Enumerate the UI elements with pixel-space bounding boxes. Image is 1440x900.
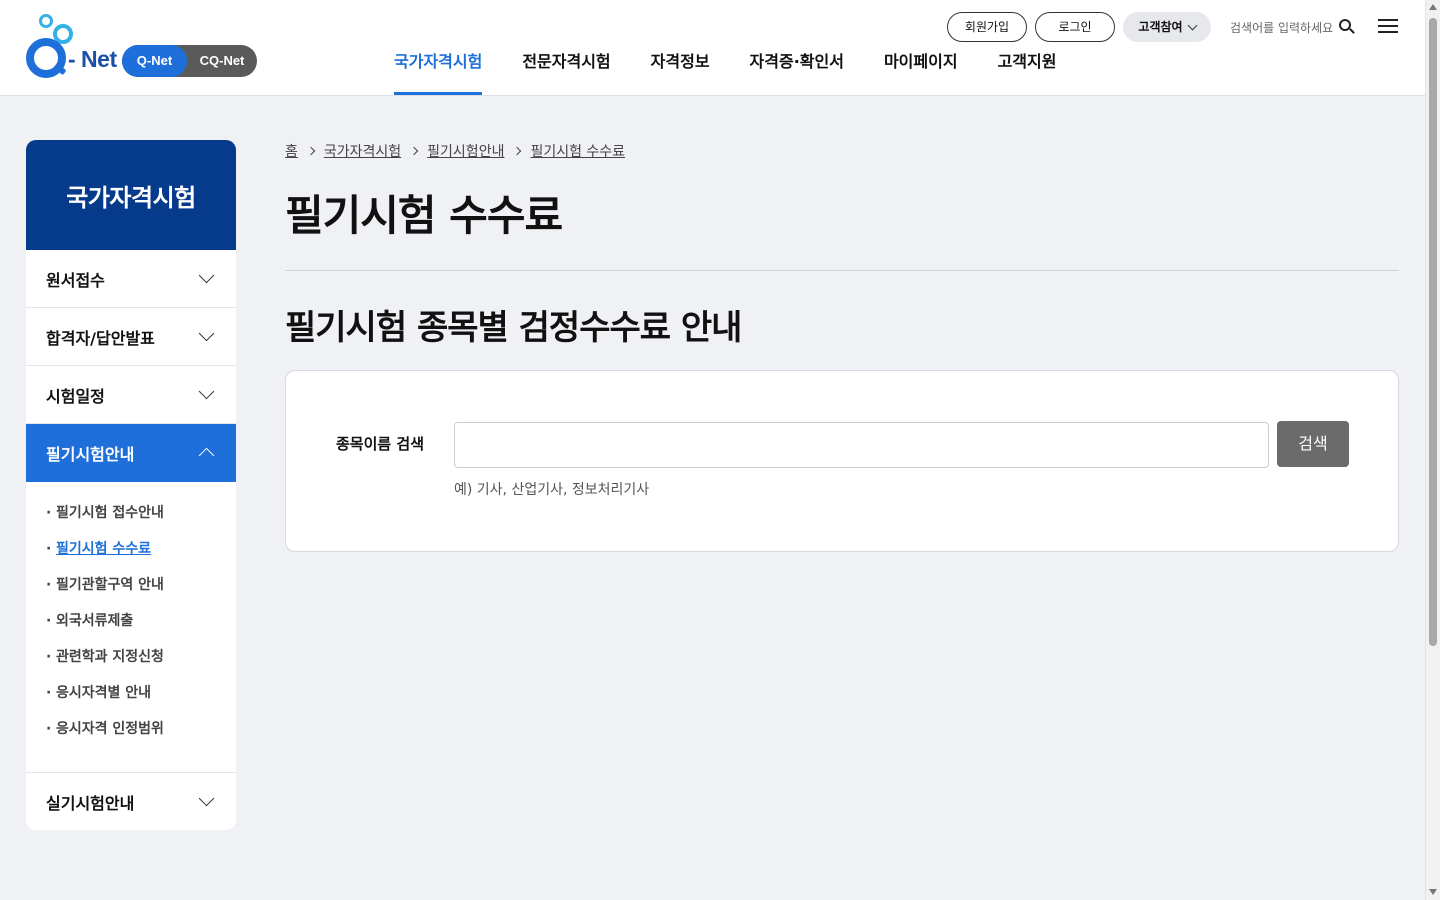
nav-professional-exam[interactable]: 전문자격시험 — [522, 48, 610, 95]
bullet: · — [46, 721, 52, 737]
submenu-item-related-dept[interactable]: · 관련학과 지정신청 — [46, 644, 236, 680]
subject-search-input[interactable] — [454, 422, 1269, 468]
search-example-hint: 예) 기사, 산업기사, 정보처리기사 — [454, 482, 650, 498]
chevron-down-icon — [198, 383, 215, 399]
submenu-item-fee[interactable]: · 필기시험 수수료 — [46, 536, 236, 572]
chevron-right-icon — [306, 146, 316, 156]
chevron-down-icon — [198, 267, 215, 283]
bullet: · — [46, 613, 52, 629]
site-header: - Net Q-Net CQ-Net 국가자격시험 전문자격시험 자격정보 자격… — [0, 0, 1425, 96]
page-scrollbar[interactable] — [1425, 0, 1440, 900]
join-button[interactable]: 회원가입 — [947, 12, 1027, 42]
scroll-up-arrow-icon[interactable] — [1429, 4, 1437, 10]
submenu-item-jurisdiction[interactable]: · 필기관할구역 안내 — [46, 572, 236, 608]
sidebar-menu: 원서접수 합격자/답안발표 시험일정 필기시험안내 · 필기시험 접수안내 · 필기… — [26, 250, 236, 830]
utility-bar: 회원가입 로그인 고객참여 검색어를 입력하세요 — [947, 12, 1356, 42]
section-title: 필기시험 종목별 검정수수료 안내 — [285, 308, 742, 348]
breadcrumb-home[interactable]: 홈 — [285, 141, 298, 161]
chevron-right-icon — [409, 146, 419, 156]
sidebar-item-label: 원서접수 — [46, 270, 105, 290]
chevron-right-icon — [513, 146, 522, 156]
sidebar-item-label: 필기시험안내 — [46, 445, 135, 464]
submenu-item-application-guide[interactable]: · 필기시험 접수안내 — [46, 500, 236, 536]
breadcrumb-fee[interactable]: 필기시험 수수료 — [530, 141, 625, 161]
subject-search-box: 종목이름 검색 검색 예) 기사, 산업기사, 정보처리기사 — [285, 370, 1399, 552]
switch-cqnet-button[interactable]: CQ-Net — [187, 45, 257, 77]
nav-mypage[interactable]: 마이페이지 — [884, 48, 958, 95]
scrollbar-thumb[interactable] — [1429, 18, 1437, 646]
chevron-down-icon — [198, 325, 215, 341]
sidebar-item-label: 시험일정 — [46, 386, 105, 406]
sidebar-item-schedule[interactable]: 시험일정 — [26, 366, 236, 424]
logo-circle-small — [39, 14, 53, 28]
chevron-down-icon — [198, 790, 215, 806]
header-search-input[interactable]: 검색어를 입력하세요 — [1230, 19, 1333, 36]
sidebar-item-label: 합격자/답안발표 — [46, 328, 155, 348]
hamburger-menu-icon[interactable] — [1378, 18, 1398, 34]
bullet: · — [46, 577, 52, 593]
subject-search-label: 종목이름 검색 — [336, 435, 425, 453]
customer-participation-label: 고객참여 — [1138, 20, 1183, 34]
title-divider — [285, 270, 1399, 271]
sidebar-title: 국가자격시험 — [26, 140, 236, 250]
sidebar-item-written-exam-guide[interactable]: 필기시험안내 — [26, 424, 236, 482]
nav-national-exam[interactable]: 국가자격시험 — [394, 48, 483, 95]
side-navigation: 국가자격시험 원서접수 합격자/답안발표 시험일정 필기시험안내 · 필기시험 접… — [26, 140, 236, 830]
submenu-item-eligibility-scope[interactable]: · 응시자격 인정범위 — [46, 716, 236, 752]
switch-qnet-button[interactable]: Q-Net — [122, 45, 187, 77]
bullet: · — [46, 685, 52, 701]
customer-participation-button[interactable]: 고객참여 — [1123, 12, 1211, 42]
login-button[interactable]: 로그인 — [1035, 12, 1115, 42]
logo-text: - Net — [68, 46, 117, 72]
sidebar-submenu: · 필기시험 접수안내 · 필기시험 수수료 · 필기관할구역 안내 · 외국서류제출 … — [26, 482, 236, 772]
bullet: · — [46, 649, 52, 665]
scroll-down-arrow-icon[interactable] — [1429, 889, 1437, 895]
sidebar-item-results[interactable]: 합격자/답안발표 — [26, 308, 236, 366]
search-icon[interactable] — [1339, 19, 1356, 35]
chevron-down-icon — [1187, 20, 1198, 30]
site-switch: Q-Net CQ-Net — [122, 45, 257, 77]
breadcrumb-written-exam-guide[interactable]: 필기시험안내 — [427, 141, 504, 161]
qnet-logo[interactable]: - Net — [26, 14, 121, 80]
submenu-item-foreign-documents[interactable]: · 외국서류제출 — [46, 608, 236, 644]
nav-qualification-info[interactable]: 자격정보 — [651, 48, 710, 95]
breadcrumb-national-exam[interactable]: 국가자격시험 — [324, 141, 401, 161]
main-navigation: 국가자격시험 전문자격시험 자격정보 자격증·확인서 마이페이지 고객지원 — [394, 48, 1056, 95]
breadcrumb: 홈 국가자격시험 필기시험안내 필기시험 수수료 — [285, 140, 1399, 162]
main-content: 홈 국가자격시험 필기시험안내 필기시험 수수료 필기시험 수수료 필기시험 종… — [285, 140, 1399, 552]
nav-support[interactable]: 고객지원 — [998, 48, 1057, 95]
search-button[interactable]: 검색 — [1277, 421, 1349, 467]
submenu-item-eligibility-guide[interactable]: · 응시자격별 안내 — [46, 680, 236, 716]
page-title: 필기시험 수수료 — [285, 191, 563, 240]
bullet: · — [46, 505, 52, 521]
chevron-up-icon — [198, 447, 215, 464]
bullet: · — [46, 541, 52, 557]
sidebar-item-application[interactable]: 원서접수 — [26, 250, 236, 308]
nav-certificate[interactable]: 자격증·확인서 — [750, 48, 844, 95]
sidebar-item-practical-exam-guide[interactable]: 실기시험안내 — [26, 772, 236, 830]
sidebar-item-label: 실기시험안내 — [46, 793, 135, 813]
